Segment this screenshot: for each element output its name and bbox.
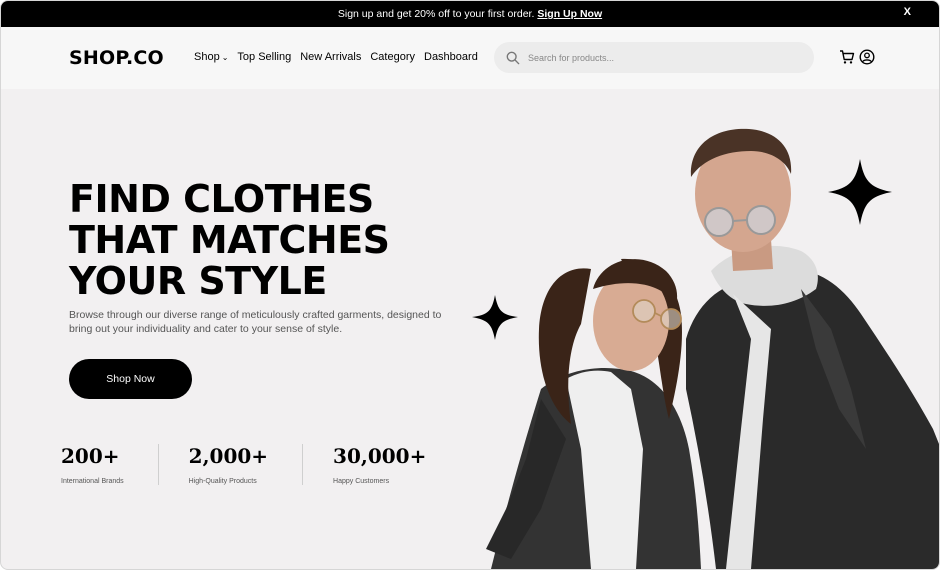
stats-row: 200+ International Brands 2,000+ High-Qu…: [61, 444, 460, 485]
hero-title-line: YOUR STYLE: [69, 259, 327, 303]
user-icon[interactable]: [859, 49, 875, 70]
nav-new-arrivals[interactable]: New Arrivals: [300, 51, 361, 63]
stat-brands: 200+ International Brands: [61, 444, 158, 485]
search-bar[interactable]: [494, 42, 814, 73]
stat-label: International Brands: [61, 478, 124, 485]
hero-title-line: THAT MATCHES: [69, 218, 390, 262]
logo[interactable]: SHOP.CO: [69, 47, 164, 69]
promo-text: Sign up and get 20% off to your first or…: [337, 8, 535, 20]
search-input[interactable]: [526, 51, 790, 64]
nav-category[interactable]: Category: [370, 51, 415, 63]
sparkle-icon: [828, 159, 892, 225]
stat-value: 200+: [61, 444, 120, 468]
page-frame: Sign up and get 20% off to your first or…: [0, 0, 940, 570]
sparkle-icon: [472, 295, 518, 340]
hero-title: FIND CLOTHES THAT MATCHES YOUR STYLE: [69, 179, 390, 302]
shop-now-button[interactable]: Shop Now: [69, 359, 192, 399]
sign-up-link[interactable]: Sign Up Now: [537, 8, 602, 20]
main-nav: Shop ⌄ Top Selling New Arrivals Category…: [194, 51, 478, 63]
stat-value: 2,000+: [188, 444, 269, 468]
nav-dashboard[interactable]: Dashboard: [424, 51, 478, 63]
hero-subtitle: Browse through our diverse range of meti…: [69, 309, 442, 335]
close-promo-button[interactable]: X: [904, 6, 911, 18]
nav-top-selling[interactable]: Top Selling: [237, 51, 291, 63]
nav-shop-label: Shop: [194, 51, 220, 63]
stat-customers: 30,000+ Happy Customers: [302, 444, 460, 485]
header: SHOP.CO Shop ⌄ Top Selling New Arrivals …: [1, 27, 939, 89]
search-icon: [506, 51, 520, 64]
chevron-down-icon: ⌄: [221, 52, 229, 62]
stat-label: Happy Customers: [333, 478, 390, 485]
promo-bar: Sign up and get 20% off to your first or…: [1, 1, 939, 27]
stat-products: 2,000+ High-Quality Products: [157, 444, 302, 485]
stat-label: High-Quality Products: [188, 478, 257, 485]
header-icons: [839, 49, 875, 70]
hero-image: [472, 128, 939, 569]
cart-icon[interactable]: [839, 49, 855, 70]
stat-value: 30,000+: [333, 444, 427, 468]
nav-shop[interactable]: Shop ⌄: [194, 51, 228, 63]
hero-title-line: FIND CLOTHES: [69, 177, 374, 221]
